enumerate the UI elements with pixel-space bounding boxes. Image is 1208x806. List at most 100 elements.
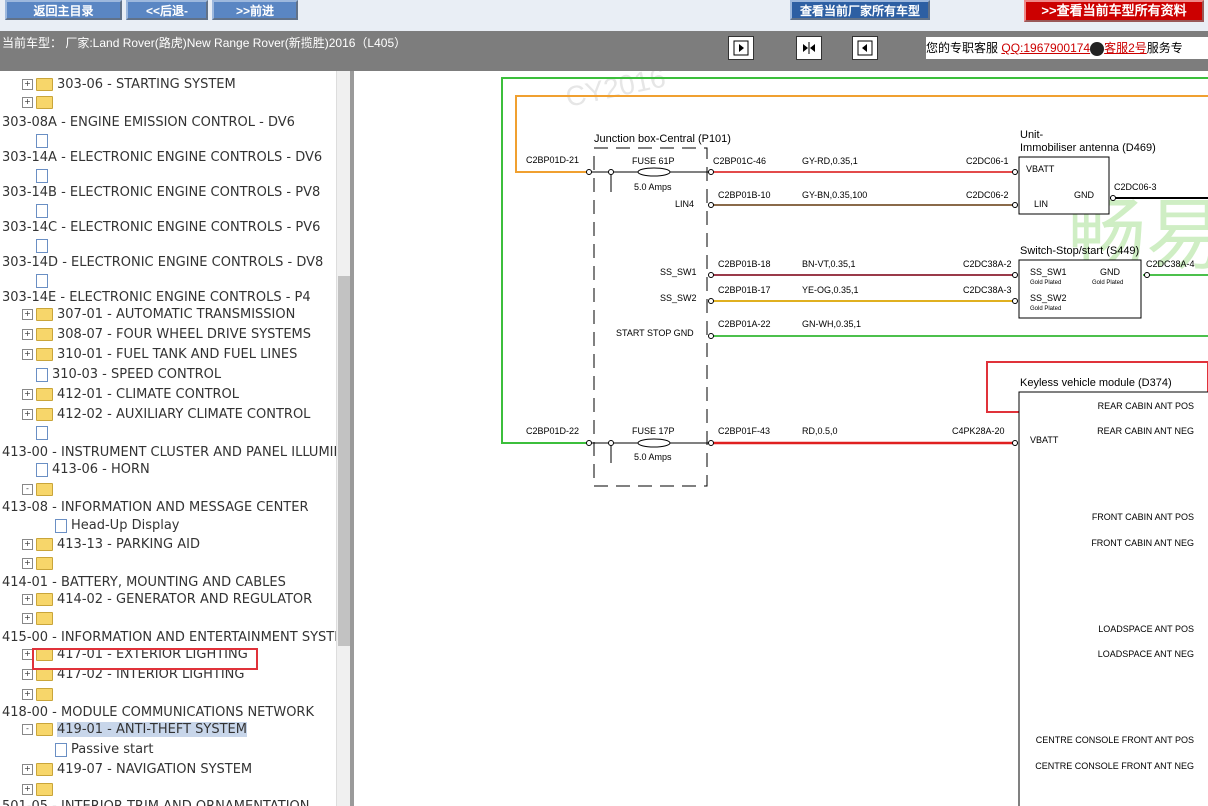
- tree-row[interactable]: 310-03 - SPEED CONTROL: [36, 366, 221, 384]
- expand-icon[interactable]: +: [22, 669, 33, 680]
- tree-label[interactable]: 303-14D - ELECTRONIC ENGINE CONTROLS - D…: [2, 255, 323, 270]
- tree-label[interactable]: 303-06 - STARTING SYSTEM: [57, 77, 236, 92]
- forward-button[interactable]: >>前进: [212, 0, 298, 20]
- expand-icon[interactable]: +: [22, 558, 33, 569]
- tree-label[interactable]: 303-14A - ELECTRONIC ENGINE CONTROLS - D…: [2, 150, 322, 165]
- tree-label[interactable]: 419-07 - NAVIGATION SYSTEM: [57, 762, 252, 777]
- tree-row[interactable]: -: [22, 481, 57, 499]
- tree-row[interactable]: +: [22, 94, 57, 112]
- tree-row[interactable]: +307-01 - AUTOMATIC TRANSMISSION: [22, 306, 295, 324]
- tree-row[interactable]: [36, 202, 52, 220]
- tree-row[interactable]: Passive start: [55, 741, 153, 759]
- view-all-docs-button[interactable]: >>查看当前车型所有资料: [1024, 0, 1204, 22]
- tree-row[interactable]: +303-06 - STARTING SYSTEM: [22, 76, 236, 94]
- expand-icon[interactable]: +: [22, 309, 33, 320]
- collapse-icon[interactable]: -: [22, 484, 33, 495]
- tree-label[interactable]: Passive start: [71, 742, 153, 757]
- expand-icon[interactable]: +: [22, 613, 33, 624]
- selected-highlight-box: [32, 648, 258, 670]
- back-button[interactable]: <<后退-: [126, 0, 208, 20]
- expand-icon[interactable]: +: [22, 539, 33, 550]
- tree-row[interactable]: 413-08 - INFORMATION AND MESSAGE CENTER: [2, 499, 309, 517]
- tree-row[interactable]: +412-02 - AUXILIARY CLIMATE CONTROL: [22, 406, 310, 424]
- tree-row[interactable]: [36, 167, 52, 185]
- tree-row[interactable]: +412-01 - CLIMATE CONTROL: [22, 386, 239, 404]
- tree-row[interactable]: 501-05 - INTERIOR TRIM AND ORNAMENTATION: [2, 798, 309, 806]
- tree-label[interactable]: 303-08A - ENGINE EMISSION CONTROL - DV6: [2, 115, 295, 130]
- tree-row[interactable]: +: [22, 686, 57, 704]
- tree-label[interactable]: 413-00 - INSTRUMENT CLUSTER AND PANEL IL…: [2, 445, 336, 460]
- expand-icon[interactable]: +: [22, 764, 33, 775]
- tree-label[interactable]: 413-06 - HORN: [52, 462, 150, 477]
- tree-label[interactable]: 414-02 - GENERATOR AND REGULATOR: [57, 592, 312, 607]
- expand-icon[interactable]: +: [22, 689, 33, 700]
- tree-row[interactable]: +310-01 - FUEL TANK AND FUEL LINES: [22, 346, 297, 364]
- expand-icon[interactable]: +: [22, 97, 33, 108]
- tree-label[interactable]: 303-14B - ELECTRONIC ENGINE CONTROLS - P…: [2, 185, 320, 200]
- qq-link[interactable]: QQ:1967900174: [1001, 41, 1090, 55]
- tree-row[interactable]: [36, 424, 52, 442]
- service-suffix: 服务专: [1146, 41, 1183, 55]
- fit-width-icon[interactable]: [796, 36, 822, 60]
- tree-row[interactable]: - 419-01 - ANTI-THEFT SYSTEM: [22, 721, 247, 739]
- tree-row[interactable]: +: [22, 610, 57, 628]
- tree-row[interactable]: 413-06 - HORN: [36, 461, 150, 479]
- tree-row[interactable]: +308-07 - FOUR WHEEL DRIVE SYSTEMS: [22, 326, 311, 344]
- service2-link[interactable]: 客服2号: [1104, 41, 1147, 55]
- expand-icon[interactable]: +: [22, 349, 33, 360]
- tree-label[interactable]: 412-02 - AUXILIARY CLIMATE CONTROL: [57, 407, 310, 422]
- tree-row[interactable]: 303-14E - ELECTRONIC ENGINE CONTROLS - P…: [2, 289, 311, 307]
- tree-label[interactable]: 414-01 - BATTERY, MOUNTING AND CABLES: [2, 575, 286, 590]
- tree-row[interactable]: +: [22, 781, 57, 799]
- tree-row[interactable]: 303-14C - ELECTRONIC ENGINE CONTROLS - P…: [2, 219, 320, 237]
- tree-label[interactable]: 419-01 - ANTI-THEFT SYSTEM: [57, 722, 247, 737]
- tree-label[interactable]: 303-14E - ELECTRONIC ENGINE CONTROLS - P…: [2, 290, 311, 305]
- fit-left-icon[interactable]: [728, 36, 754, 60]
- tree-row[interactable]: 303-14B - ELECTRONIC ENGINE CONTROLS - P…: [2, 184, 320, 202]
- tree-label[interactable]: 413-13 - PARKING AID: [57, 537, 200, 552]
- expand-icon[interactable]: +: [22, 594, 33, 605]
- w4-to: C2DC38A-3: [963, 285, 1012, 295]
- tree-label[interactable]: 418-00 - MODULE COMMUNICATIONS NETWORK: [2, 705, 314, 720]
- expand-icon[interactable]: +: [22, 389, 33, 400]
- expand-icon[interactable]: +: [22, 329, 33, 340]
- scrollbar-thumb[interactable]: [338, 276, 350, 646]
- tree-label[interactable]: 413-08 - INFORMATION AND MESSAGE CENTER: [2, 500, 309, 515]
- tree-row[interactable]: 415-00 - INFORMATION AND ENTERTAINMENT S…: [2, 629, 336, 647]
- tree-scrollbar[interactable]: [336, 71, 351, 806]
- tree-row[interactable]: 413-00 - INSTRUMENT CLUSTER AND PANEL IL…: [2, 444, 336, 462]
- kvm-vbatt: VBATT: [1030, 435, 1059, 445]
- tree-row[interactable]: Head-Up Display: [55, 517, 180, 535]
- tree-row[interactable]: +419-07 - NAVIGATION SYSTEM: [22, 761, 252, 779]
- tree-row[interactable]: [36, 272, 52, 290]
- collapse-icon[interactable]: -: [22, 724, 33, 735]
- tree-label[interactable]: 307-01 - AUTOMATIC TRANSMISSION: [57, 307, 295, 322]
- tree-row[interactable]: [36, 237, 52, 255]
- tree-row[interactable]: +414-02 - GENERATOR AND REGULATOR: [22, 591, 312, 609]
- tree-label[interactable]: 310-01 - FUEL TANK AND FUEL LINES: [57, 347, 297, 362]
- home-button[interactable]: 返回主目录: [5, 0, 122, 20]
- tree-row[interactable]: 414-01 - BATTERY, MOUNTING AND CABLES: [2, 574, 286, 592]
- folder-icon: [36, 723, 53, 736]
- folder-icon: [36, 348, 53, 361]
- tree-row[interactable]: 303-14D - ELECTRONIC ENGINE CONTROLS - D…: [2, 254, 323, 272]
- all-models-button[interactable]: 查看当前厂家所有车型: [790, 0, 930, 20]
- tree-label[interactable]: 415-00 - INFORMATION AND ENTERTAINMENT S…: [2, 630, 336, 645]
- tree-row[interactable]: +413-13 - PARKING AID: [22, 536, 200, 554]
- tree-label[interactable]: 412-01 - CLIMATE CONTROL: [57, 387, 239, 402]
- tree-label[interactable]: 303-14C - ELECTRONIC ENGINE CONTROLS - P…: [2, 220, 320, 235]
- fit-right-icon[interactable]: [852, 36, 878, 60]
- tree-label[interactable]: Head-Up Display: [71, 518, 180, 533]
- expand-icon[interactable]: +: [22, 79, 33, 90]
- expand-icon[interactable]: +: [22, 784, 33, 795]
- tree-row[interactable]: 303-14A - ELECTRONIC ENGINE CONTROLS - D…: [2, 149, 322, 167]
- tree-label[interactable]: 501-05 - INTERIOR TRIM AND ORNAMENTATION: [2, 799, 309, 806]
- tree-row[interactable]: 303-08A - ENGINE EMISSION CONTROL - DV6: [2, 114, 295, 132]
- tree-row[interactable]: +: [22, 555, 57, 573]
- expand-icon[interactable]: +: [22, 409, 33, 420]
- conn-c2bp01d21: C2BP01D-21: [526, 155, 579, 165]
- tree-row[interactable]: 418-00 - MODULE COMMUNICATIONS NETWORK: [2, 704, 314, 722]
- tree-label[interactable]: 308-07 - FOUR WHEEL DRIVE SYSTEMS: [57, 327, 311, 342]
- tree-label[interactable]: 310-03 - SPEED CONTROL: [52, 367, 221, 382]
- tree-row[interactable]: [36, 132, 52, 150]
